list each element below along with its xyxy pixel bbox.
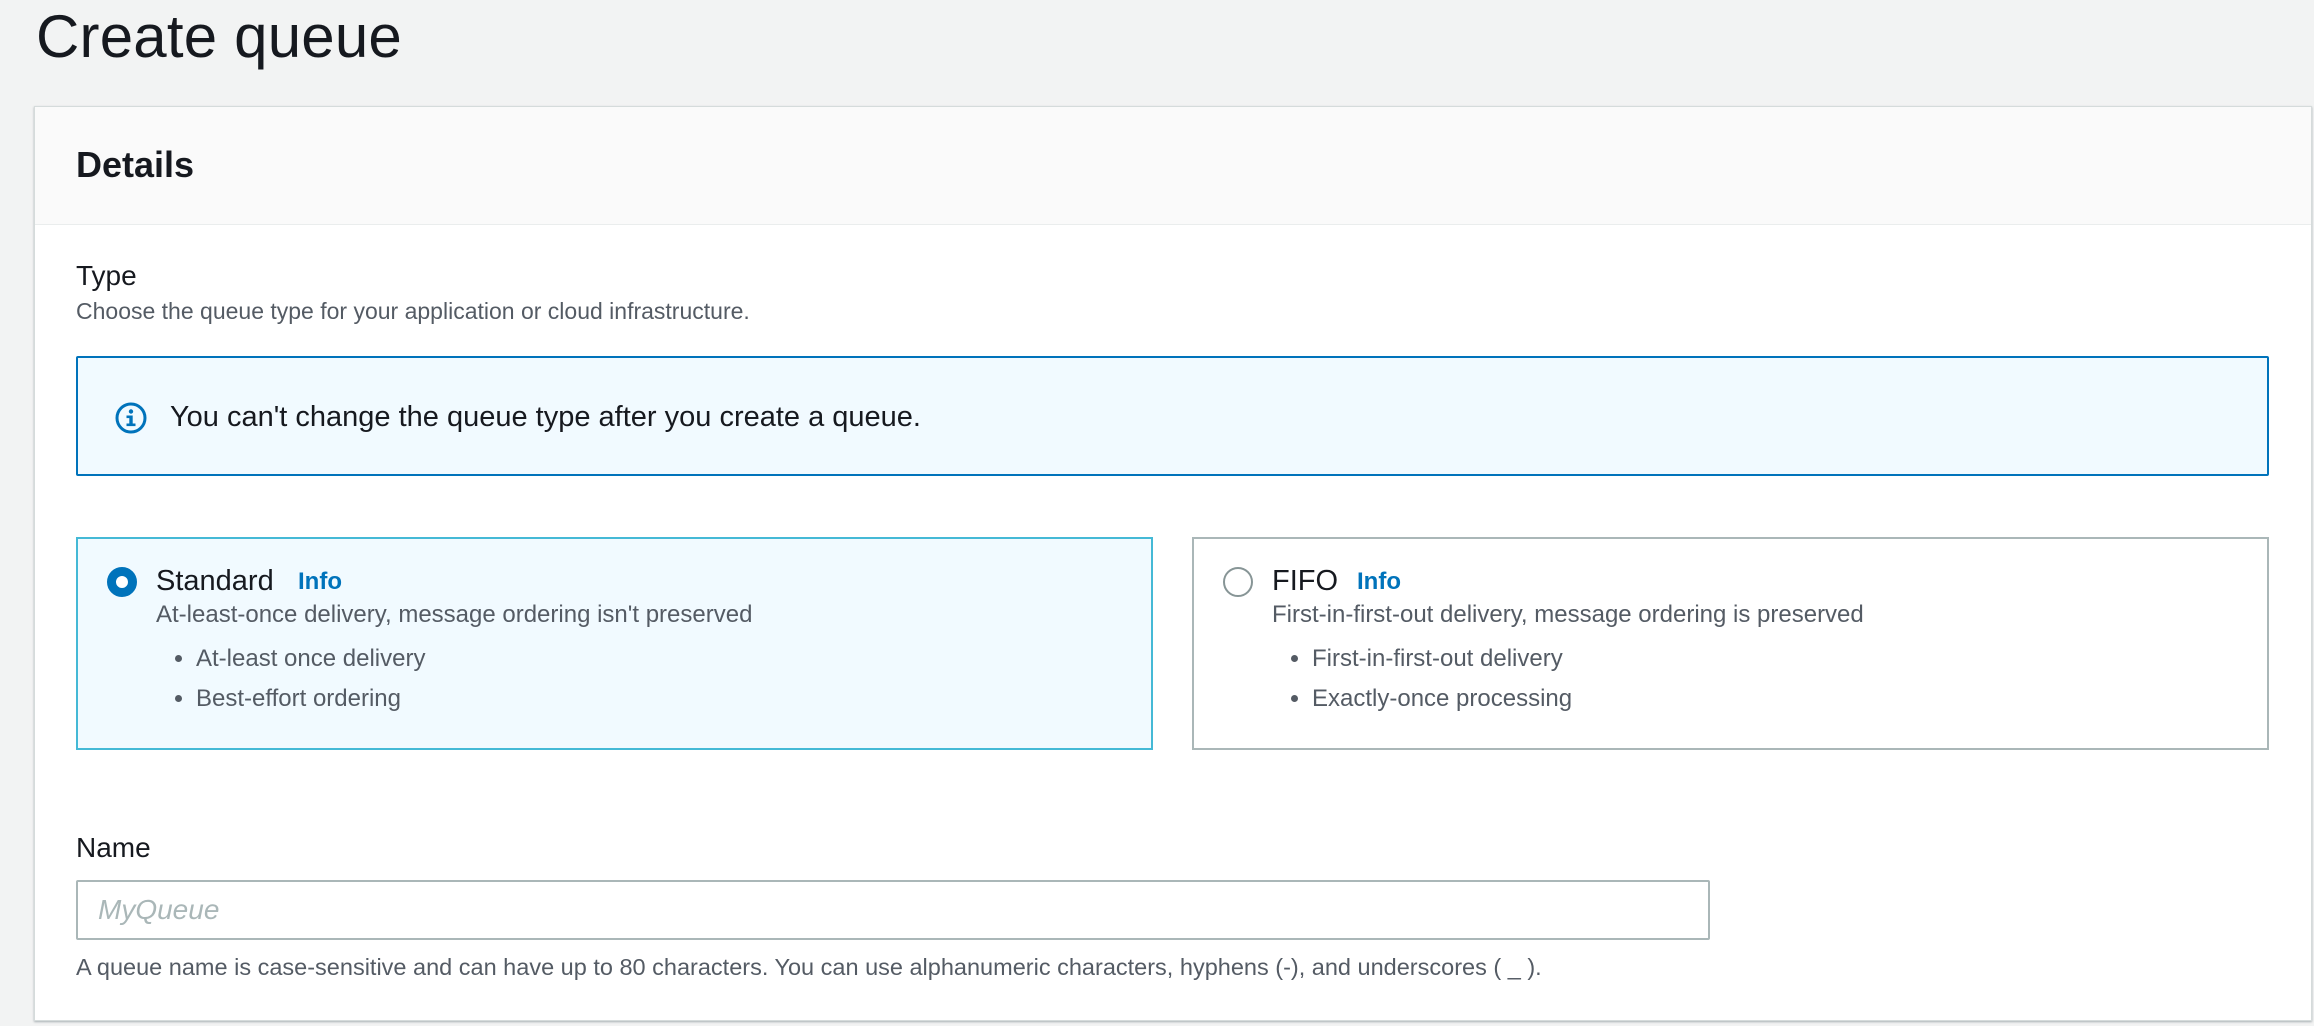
standard-features-list: At-least once delivery Best-effort order… [156, 639, 425, 719]
details-title: Details [76, 144, 195, 185]
fifo-description: First-in-first-out delivery, message ord… [1272, 601, 1864, 628]
standard-radio[interactable] [107, 567, 137, 597]
name-label: Name [76, 832, 151, 863]
type-description: Choose the queue type for your applicati… [76, 298, 750, 324]
details-panel-header: Details [35, 107, 2311, 225]
list-item: At-least once delivery [196, 639, 425, 679]
fifo-title: FIFO [1272, 565, 1339, 597]
standard-description: At-least-once delivery, message ordering… [156, 601, 753, 628]
page-title: Create queue [36, 3, 403, 70]
type-label: Type [76, 260, 137, 291]
fifo-features-list: First-in-first-out delivery Exactly-once… [1272, 639, 1572, 719]
queue-type-standard-tile[interactable]: Standard Info At-least-once delivery, me… [76, 537, 1153, 750]
name-constraint-text: A queue name is case-sensitive and can h… [76, 954, 1542, 980]
standard-title: Standard [156, 565, 274, 597]
list-item: First-in-first-out delivery [1312, 639, 1572, 679]
fifo-info-link[interactable]: Info [1357, 567, 1401, 597]
list-item: Best-effort ordering [196, 679, 425, 719]
standard-info-link[interactable]: Info [298, 567, 342, 597]
type-alert: You can't change the queue type after yo… [76, 356, 2269, 476]
info-circle-icon [114, 401, 148, 435]
details-panel: Details Type Choose the queue type for y… [34, 106, 2312, 1021]
fifo-radio[interactable] [1223, 567, 1253, 597]
list-item: Exactly-once processing [1312, 679, 1572, 719]
alert-text: You can't change the queue type after yo… [170, 401, 921, 433]
queue-type-fifo-tile[interactable]: FIFO Info First-in-first-out delivery, m… [1192, 537, 2269, 750]
queue-name-input[interactable] [76, 880, 1710, 940]
